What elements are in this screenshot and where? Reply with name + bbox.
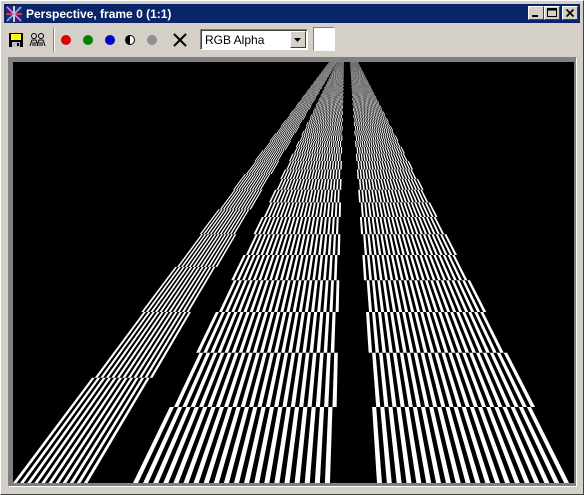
checker-cell [342,100,344,103]
checker-cell [342,90,343,93]
x-icon [173,33,187,47]
channel-red-button[interactable] [56,29,76,51]
checker-cell [342,85,343,87]
checker-cell [340,161,342,170]
close-icon [565,8,575,18]
color-swatch[interactable] [313,27,335,51]
checker-cell [341,114,343,119]
blue-dot-icon [105,35,115,45]
chevron-down-icon [294,38,301,42]
window-title: Perspective, frame 0 (1:1) [26,6,172,21]
perspective-window: Perspective, frame 0 (1:1) RGB Alpha [0,0,584,495]
half-circle-icon [125,35,135,45]
people-icon [29,33,46,47]
channel-blue-button[interactable] [100,29,120,51]
channel-select[interactable]: RGB Alpha [200,29,308,50]
toolbar: RGB Alpha [4,25,580,55]
checker-cell [341,126,343,131]
dropdown-arrow-button[interactable] [290,31,306,48]
toolbar-separator [53,28,55,52]
save-button[interactable] [6,29,26,51]
checker-cell [341,88,343,91]
checker-cell [341,92,343,94]
perspective-star-icon [6,5,22,22]
checker-cell [342,92,344,94]
channel-select-value: RGB Alpha [205,33,265,47]
checker-cell [342,105,344,109]
clear-button[interactable] [170,29,190,51]
checker-cell [341,98,343,101]
title-buttons [528,6,578,20]
title-bar[interactable]: Perspective, frame 0 (1:1) [4,4,580,23]
checker-cell [342,93,343,97]
checker-cell [340,146,343,154]
gray-dot-icon [147,35,157,45]
checkerboard-perspective-image [13,62,574,483]
channel-mono-button[interactable] [120,29,140,51]
green-dot-icon [83,35,93,45]
render-canvas[interactable] [13,62,574,483]
checker-cell [341,102,343,106]
people-button[interactable] [28,29,48,51]
minimize-button[interactable] [528,6,544,20]
checker-cell [342,96,344,99]
maximize-button[interactable] [544,6,560,20]
checker-cell [342,111,343,115]
checker-cell [342,82,343,84]
checker-cell [342,88,344,91]
maximize-icon [547,8,557,17]
checker-cell [341,135,343,141]
red-dot-icon [61,35,71,45]
checker-cell [342,86,343,89]
save-disk-icon [9,33,23,47]
image-viewport [8,57,577,487]
minimize-icon [532,15,538,17]
close-button[interactable] [562,6,578,20]
channel-alpha-button[interactable] [142,29,162,51]
checker-cell [341,108,343,112]
checker-cell [343,85,344,87]
checker-cell [341,118,343,122]
checker-cell [340,121,342,127]
channel-green-button[interactable] [78,29,98,51]
